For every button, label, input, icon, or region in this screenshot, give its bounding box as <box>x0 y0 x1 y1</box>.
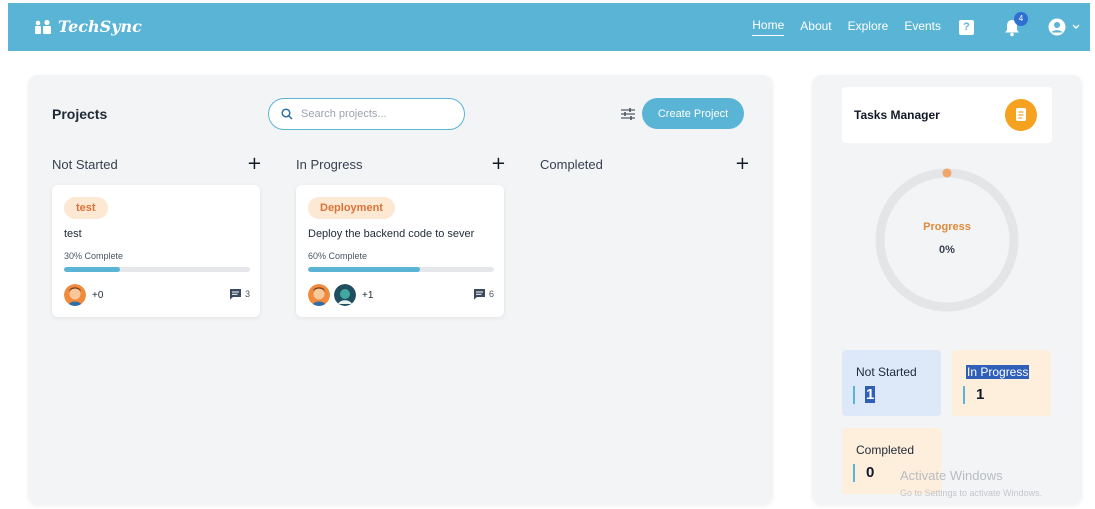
search-input[interactable] <box>301 108 441 120</box>
plus-icon[interactable]: + <box>247 155 262 173</box>
project-description: test <box>64 228 82 240</box>
progress-bar-fill <box>308 267 420 272</box>
comment-count: 3 <box>244 289 250 299</box>
progress-bar <box>64 267 250 272</box>
column-completed-header: Completed + <box>540 155 750 173</box>
column-not-started-header: Not Started + <box>52 155 262 173</box>
stat-value: 0 <box>866 464 875 481</box>
nav-explore[interactable]: Explore <box>848 19 889 36</box>
nav-home[interactable]: Home <box>752 18 785 36</box>
stat-label: In Progress <box>966 365 1030 379</box>
nav-events[interactable]: Events <box>904 19 941 36</box>
search-icon <box>281 108 293 120</box>
stat-accent-bar <box>853 386 855 404</box>
tasks-manager-panel: Tasks Manager Progress 0% Not Started 1 … <box>812 75 1082 505</box>
comment-icon <box>473 289 485 300</box>
create-project-button[interactable]: Create Project <box>642 98 744 129</box>
comment-icon <box>229 289 241 300</box>
progress-value: 0% <box>939 244 955 256</box>
brand-logo[interactable]: TechSync <box>34 17 142 36</box>
progress-text: 30% Complete <box>64 251 124 261</box>
stat-not-started[interactable]: Not Started 1 <box>842 350 941 416</box>
comment-count: 6 <box>488 289 494 299</box>
member-avatars: +1 <box>308 284 373 306</box>
plus-icon[interactable]: + <box>735 155 750 173</box>
stat-accent-bar <box>963 386 965 404</box>
projects-panel: Projects Create Project Not Started + In… <box>28 75 773 505</box>
comments-count[interactable]: 3 <box>229 288 250 300</box>
user-menu[interactable] <box>1048 18 1080 36</box>
stat-value: 1 <box>865 386 876 403</box>
stat-label: Not Started <box>856 365 917 379</box>
stat-completed[interactable]: Completed 0 <box>842 428 941 494</box>
user-circle-icon <box>1048 18 1066 36</box>
progress-bar-fill <box>64 267 120 272</box>
extra-members: +0 <box>92 289 104 301</box>
stat-accent-bar <box>853 464 855 482</box>
member-avatars: +0 <box>64 284 103 306</box>
column-in-progress-header: In Progress + <box>296 155 506 173</box>
brand-name: TechSync <box>58 17 142 36</box>
progress-ring <box>875 168 1019 312</box>
search-box[interactable] <box>268 98 465 130</box>
stat-label: Completed <box>856 443 915 457</box>
help-icon[interactable]: ? <box>959 19 974 35</box>
project-card[interactable]: Deployment Deploy the backend code to se… <box>296 185 504 317</box>
nav-about[interactable]: About <box>800 19 831 36</box>
project-card[interactable]: test test 30% Complete +0 3 <box>52 185 260 317</box>
sliders-icon[interactable] <box>620 107 636 121</box>
activate-windows-watermark: Activate Windows <box>900 468 1003 483</box>
top-navbar: TechSync Home About Explore Events ? 4 <box>8 3 1090 51</box>
avatar[interactable] <box>64 284 86 306</box>
clipboard-icon[interactable] <box>1005 99 1037 131</box>
people-logo-icon <box>34 19 52 35</box>
progress-bar <box>308 267 494 272</box>
column-title: Completed <box>540 156 603 172</box>
projects-title: Projects <box>52 106 108 122</box>
progress-label: Progress <box>923 221 971 233</box>
plus-icon[interactable]: + <box>491 155 506 173</box>
extra-members: +1 <box>362 289 374 301</box>
project-tag: test <box>64 197 108 219</box>
avatar[interactable] <box>334 284 356 306</box>
stat-in-progress[interactable]: In Progress 1 <box>952 350 1051 416</box>
column-title: In Progress <box>296 156 363 172</box>
avatar[interactable] <box>308 284 330 306</box>
comments-count[interactable]: 6 <box>473 288 494 300</box>
nav-menu: Home About Explore Events ? 4 <box>744 3 1080 51</box>
progress-text: 60% Complete <box>308 251 368 261</box>
project-description: Deploy the backend code to sever <box>308 228 475 240</box>
notifications-button[interactable]: 4 <box>1004 12 1028 38</box>
tasks-manager-title: Tasks Manager <box>854 108 940 122</box>
column-title: Not Started <box>52 156 118 172</box>
stat-value: 1 <box>976 386 985 403</box>
notification-badge: 4 <box>1014 12 1028 26</box>
chevron-down-icon <box>1072 24 1080 29</box>
project-tag: Deployment <box>308 197 395 219</box>
activate-windows-subtext: Go to Settings to activate Windows. <box>900 488 1043 498</box>
tasks-manager-header: Tasks Manager <box>842 87 1052 143</box>
